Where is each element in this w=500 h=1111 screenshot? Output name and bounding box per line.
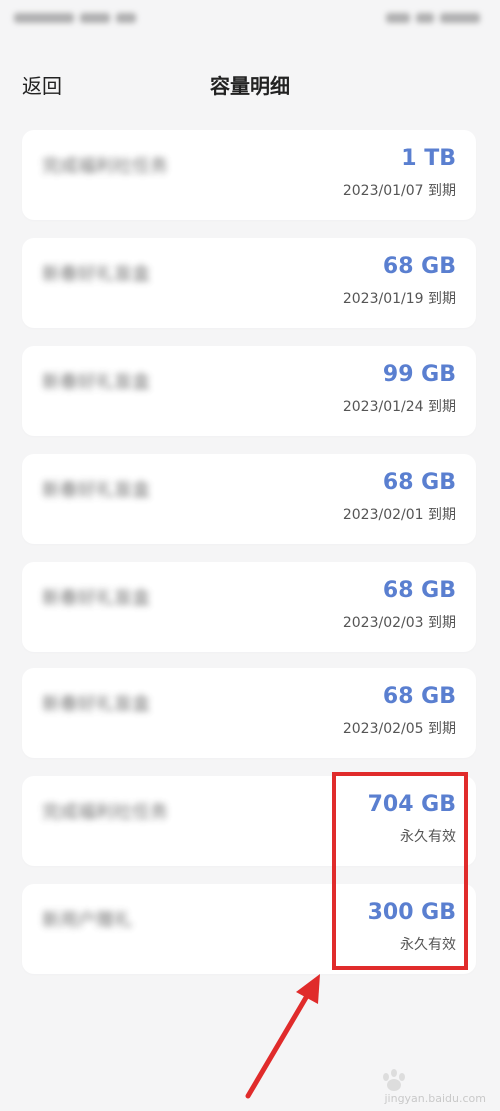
watermark-text: jingyan.baidu.com	[384, 1092, 486, 1105]
item-name: 新春好礼盲盒	[42, 588, 150, 609]
item-name: 新春好礼盲盒	[42, 694, 150, 715]
arrow-annotation-icon	[245, 974, 320, 1099]
page-title: 容量明细	[210, 74, 290, 98]
item-expiry: 2023/01/24 到期	[342, 399, 456, 415]
item-amount: 1 TB	[401, 146, 456, 171]
item-name: 新用户赠礼	[42, 910, 132, 931]
list-item[interactable]: 新春好礼盲盒 68 GB 2023/02/01 到期	[22, 454, 476, 544]
list-item[interactable]: 新春好礼盲盒 68 GB 2023/02/05 到期	[22, 668, 476, 758]
list-item[interactable]: 完成福利社任务 1 TB 2023/01/07 到期	[22, 130, 476, 220]
item-name: 完成福利社任务	[42, 802, 168, 823]
list-item[interactable]: 新用户赠礼 300 GB 永久有效	[22, 884, 476, 974]
list-item[interactable]: 完成福利社任务 704 GB 永久有效	[22, 776, 476, 866]
list-item[interactable]: 新春好礼盲盒 99 GB 2023/01/24 到期	[22, 346, 476, 436]
nav-bar: 返回 容量明细	[0, 40, 500, 126]
status-bar-right-blurred	[340, 10, 480, 26]
list-item[interactable]: 新春好礼盲盒 68 GB 2023/01/19 到期	[22, 238, 476, 328]
item-expiry: 2023/02/01 到期	[342, 507, 456, 523]
item-expiry: 永久有效	[400, 829, 456, 845]
item-expiry: 2023/02/05 到期	[342, 721, 456, 737]
item-name: 新春好礼盲盒	[42, 480, 150, 501]
status-bar-left-blurred	[14, 10, 184, 26]
item-amount: 68 GB	[382, 254, 456, 279]
item-amount: 99 GB	[382, 362, 456, 387]
status-bar	[0, 0, 500, 40]
item-amount: 68 GB	[382, 470, 456, 495]
item-amount: 704 GB	[367, 792, 456, 817]
item-name: 新春好礼盲盒	[42, 372, 150, 393]
item-expiry: 2023/02/03 到期	[342, 615, 456, 631]
item-expiry: 2023/01/19 到期	[342, 291, 456, 307]
item-amount: 68 GB	[382, 578, 456, 603]
item-expiry: 永久有效	[400, 937, 456, 953]
item-name: 完成福利社任务	[42, 156, 168, 177]
item-name: 新春好礼盲盒	[42, 264, 150, 285]
item-amount: 68 GB	[382, 684, 456, 709]
list-item[interactable]: 新春好礼盲盒 68 GB 2023/02/03 到期	[22, 562, 476, 652]
item-amount: 300 GB	[367, 900, 456, 925]
item-expiry: 2023/01/07 到期	[342, 183, 456, 199]
